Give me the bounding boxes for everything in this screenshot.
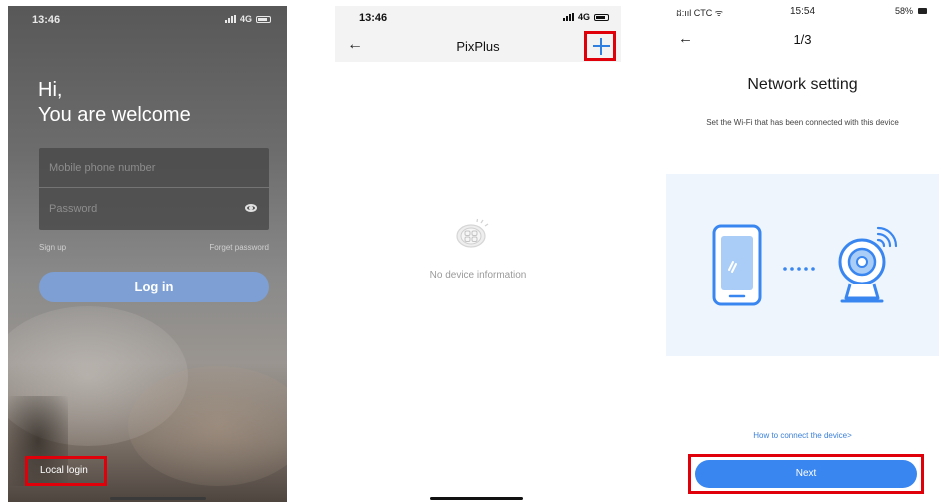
page-title: PixPlus xyxy=(456,39,500,54)
network-type: 4G xyxy=(239,14,252,24)
signal-icon xyxy=(562,13,574,21)
add-device-button[interactable] xyxy=(584,31,616,61)
sign-up-link[interactable]: Sign up xyxy=(39,243,66,252)
phone-camera-illustration xyxy=(712,224,898,306)
home-indicator xyxy=(110,497,206,500)
local-login-button[interactable]: Local login xyxy=(25,456,107,486)
forget-password-link[interactable]: Forget password xyxy=(209,243,269,252)
wifi-signal-icon xyxy=(876,226,898,248)
plus-icon xyxy=(593,38,610,55)
device-list-screen: 13:46 4G ← PixPlus No device information xyxy=(335,6,621,502)
network-type: 4G xyxy=(577,12,590,22)
battery-icon xyxy=(594,13,609,21)
next-button[interactable]: Next xyxy=(695,460,917,488)
status-time: 13:46 xyxy=(32,14,61,26)
page-subtitle: Set the Wi-Fi that has been connected wi… xyxy=(706,118,899,127)
step-indicator: 1/3 xyxy=(793,32,812,47)
camera-icon xyxy=(838,238,886,303)
device-placeholder-icon xyxy=(456,218,489,248)
greeting-line-1: Hi, xyxy=(38,79,63,101)
status-bar: 13:46 4G xyxy=(8,14,287,30)
next-button-highlight: Next xyxy=(688,454,924,494)
auth-links: Sign up Forget password xyxy=(39,243,269,252)
home-indicator xyxy=(430,497,523,500)
battery-icon xyxy=(256,15,271,23)
eye-icon[interactable] xyxy=(245,204,257,212)
battery-icon xyxy=(918,8,927,14)
login-form: Mobile phone number Password xyxy=(39,148,269,230)
login-button[interactable]: Log in xyxy=(39,272,269,302)
how-to-connect-link[interactable]: How to connect the device> xyxy=(666,431,939,440)
network-setting-screen: ដ:ııl CTC ᯤ 15:54 58% ← 1/3 Network sett… xyxy=(666,6,939,502)
greeting: Hi, You are welcome xyxy=(38,78,191,128)
status-indicators: 4G xyxy=(562,12,609,22)
page-title: Network setting xyxy=(747,76,858,93)
background-blur xyxy=(128,366,287,486)
phone-icon xyxy=(712,224,762,306)
status-indicators: 4G xyxy=(224,14,271,24)
password-input[interactable]: Password xyxy=(39,189,269,229)
connection-dots-icon xyxy=(783,267,815,271)
status-time: 13:46 xyxy=(359,12,388,24)
phone-input[interactable]: Mobile phone number xyxy=(39,148,269,188)
login-screen: 13:46 4G Hi, You are welcome Mobile phon… xyxy=(8,6,287,502)
greeting-line-2: You are welcome xyxy=(38,104,191,126)
connection-illustration xyxy=(666,174,939,356)
status-indicators: 58% xyxy=(895,6,927,16)
empty-state-text: No device information xyxy=(429,270,527,281)
battery-percent: 58% xyxy=(894,6,913,16)
signal-icon xyxy=(224,15,236,23)
header: 13:46 4G ← PixPlus xyxy=(335,6,621,62)
